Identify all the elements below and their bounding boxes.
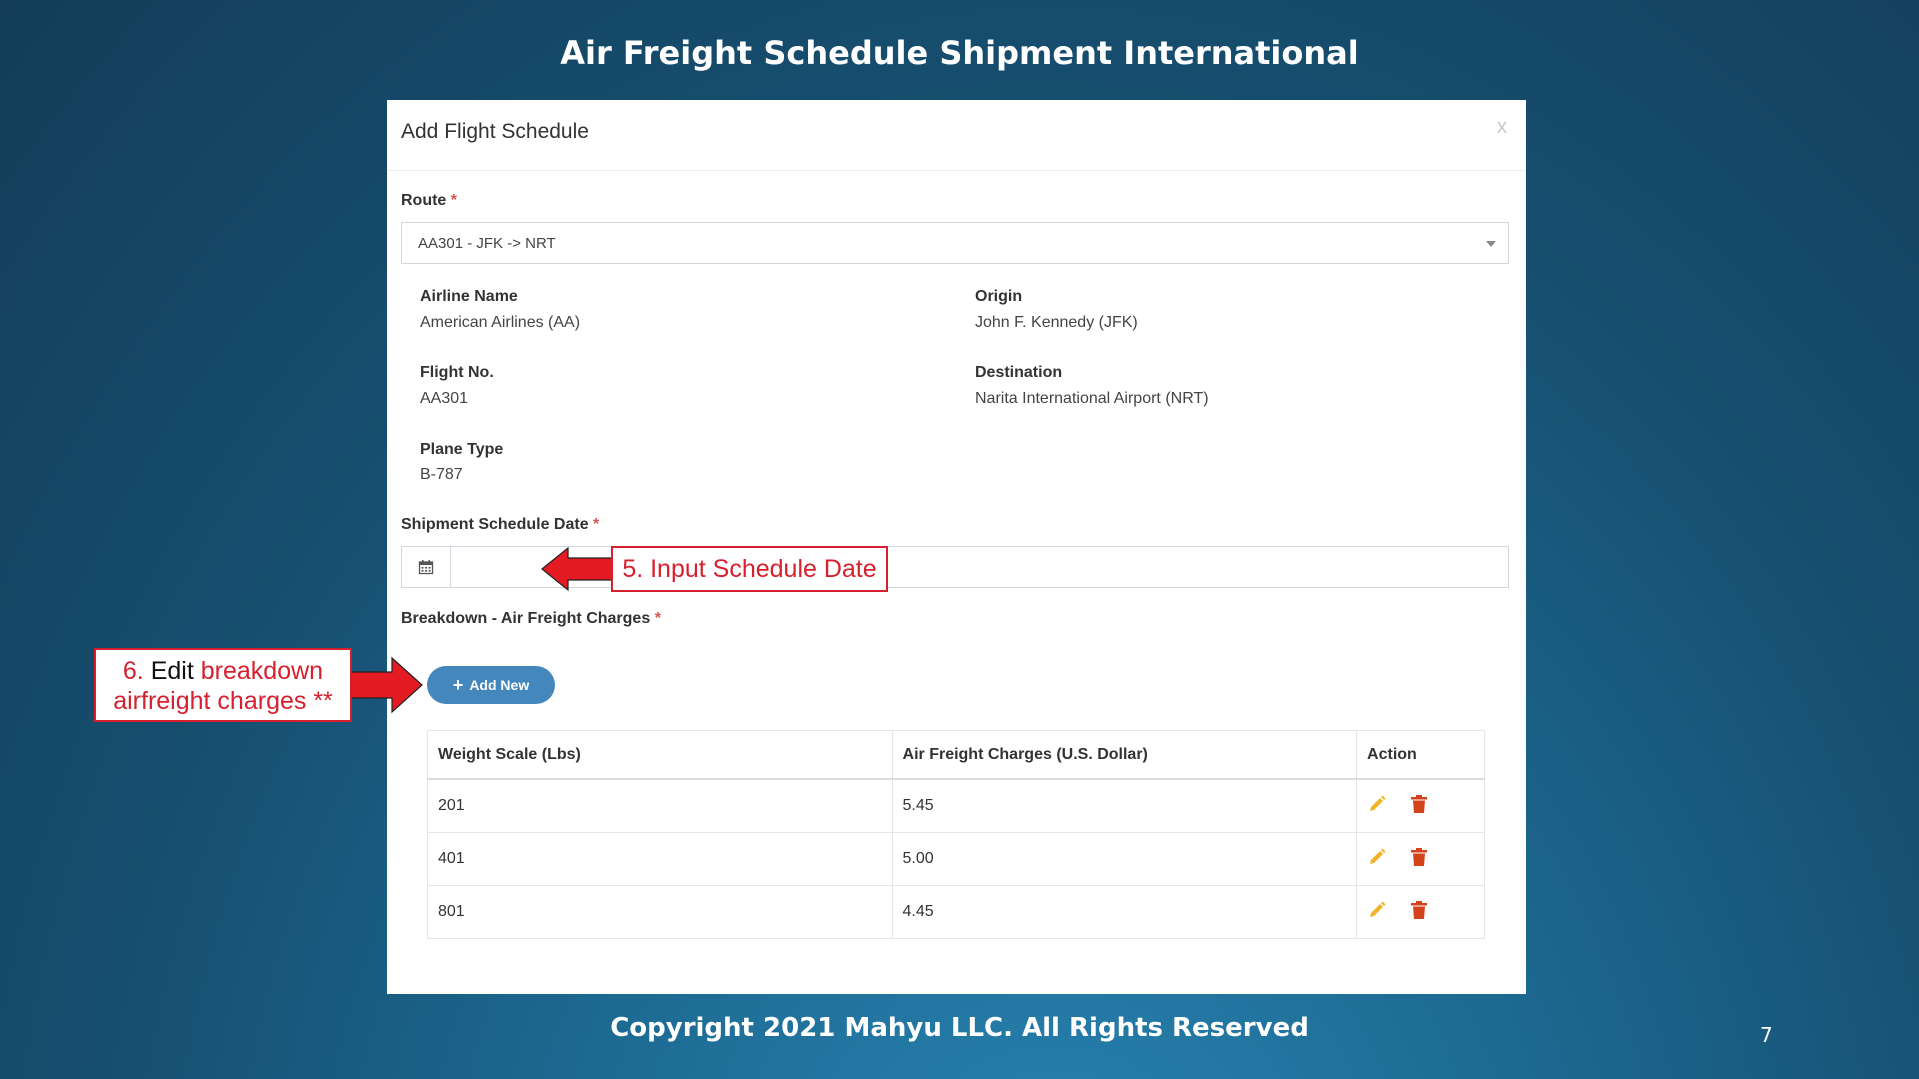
add-new-button[interactable]: + Add New bbox=[427, 666, 555, 704]
airline-name-label: Airline Name bbox=[420, 288, 518, 305]
trash-icon[interactable] bbox=[1410, 900, 1428, 925]
callout-step-6: 6. Edit breakdown airfreight charges ** bbox=[94, 648, 352, 722]
action-cell bbox=[1356, 778, 1485, 833]
weight-cell: 401 bbox=[427, 832, 893, 886]
origin-value: John F. Kennedy (JFK) bbox=[975, 314, 1138, 331]
weight-cell: 801 bbox=[427, 885, 893, 939]
required-mark: * bbox=[593, 516, 600, 533]
pencil-icon[interactable] bbox=[1367, 794, 1387, 819]
charge-cell: 4.45 bbox=[891, 885, 1358, 939]
charges-table: Weight Scale (Lbs) Air Freight Charges (… bbox=[427, 730, 1485, 939]
close-button[interactable]: x bbox=[1497, 116, 1507, 139]
flight-no-label: Flight No. bbox=[420, 364, 494, 381]
destination-label: Destination bbox=[975, 364, 1063, 381]
trash-icon[interactable] bbox=[1410, 847, 1428, 872]
add-new-label: Add New bbox=[469, 677, 530, 693]
page-number: 7 bbox=[1760, 1023, 1773, 1047]
action-cell bbox=[1356, 885, 1485, 939]
callout-step-5: 5. Input Schedule Date bbox=[611, 546, 888, 592]
trash-icon[interactable] bbox=[1410, 794, 1428, 819]
plane-type-label: Plane Type bbox=[420, 441, 504, 458]
column-header-charges: Air Freight Charges (U.S. Dollar) bbox=[891, 730, 1358, 780]
charge-cell: 5.00 bbox=[891, 832, 1358, 886]
column-header-weight: Weight Scale (Lbs) bbox=[427, 730, 893, 780]
modal-title: Add Flight Schedule bbox=[401, 120, 589, 143]
required-mark: * bbox=[450, 192, 458, 209]
table-row: 201 5.45 bbox=[427, 778, 1485, 833]
table-header-row: Weight Scale (Lbs) Air Freight Charges (… bbox=[427, 730, 1485, 780]
plane-type-value: B-787 bbox=[420, 466, 463, 483]
arrow-left-icon bbox=[541, 546, 614, 592]
callout-step-6-number: 6. bbox=[122, 657, 144, 685]
callout-step-6-line2: airfreight charges ** bbox=[113, 687, 333, 715]
column-header-action: Action bbox=[1356, 730, 1485, 780]
schedule-date-label: Shipment Schedule Date * bbox=[401, 516, 599, 534]
origin-label: Origin bbox=[975, 288, 1023, 305]
pencil-icon[interactable] bbox=[1367, 847, 1387, 872]
calendar-icon[interactable] bbox=[402, 547, 451, 587]
table-row: 401 5.00 bbox=[427, 832, 1485, 886]
weight-cell: 201 bbox=[427, 778, 893, 833]
modal-header: Add Flight Schedule x bbox=[387, 100, 1526, 171]
breakdown-label: Breakdown - Air Freight Charges * bbox=[401, 610, 661, 628]
chevron-down-icon bbox=[1486, 241, 1496, 247]
route-select-value: AA301 - JFK -> NRT bbox=[418, 235, 556, 252]
callout-step-6-line1: breakdown bbox=[200, 657, 324, 685]
required-mark: * bbox=[654, 610, 661, 627]
breakdown-label-text: Breakdown - Air Freight Charges bbox=[401, 610, 651, 627]
copyright-text: Copyright 2021 Mahyu LLC. All Rights Res… bbox=[610, 1013, 1309, 1043]
slide-title: Air Freight Schedule Shipment Internatio… bbox=[560, 34, 1359, 72]
route-label-text: Route bbox=[401, 192, 447, 209]
table-row: 801 4.45 bbox=[427, 885, 1485, 939]
callout-step-6-verb: Edit bbox=[150, 657, 194, 685]
flight-no-value: AA301 bbox=[420, 390, 469, 407]
pencil-icon[interactable] bbox=[1367, 900, 1387, 925]
destination-value: Narita International Airport (NRT) bbox=[975, 390, 1209, 407]
airline-name-value: American Airlines (AA) bbox=[420, 314, 581, 331]
action-cell bbox=[1356, 832, 1485, 886]
route-select[interactable]: AA301 - JFK -> NRT bbox=[401, 222, 1509, 264]
charge-cell: 5.45 bbox=[891, 778, 1358, 833]
route-label: Route * bbox=[401, 192, 457, 210]
schedule-date-label-text: Shipment Schedule Date bbox=[401, 516, 589, 533]
arrow-right-icon bbox=[350, 656, 423, 714]
plus-icon: + bbox=[452, 675, 464, 695]
